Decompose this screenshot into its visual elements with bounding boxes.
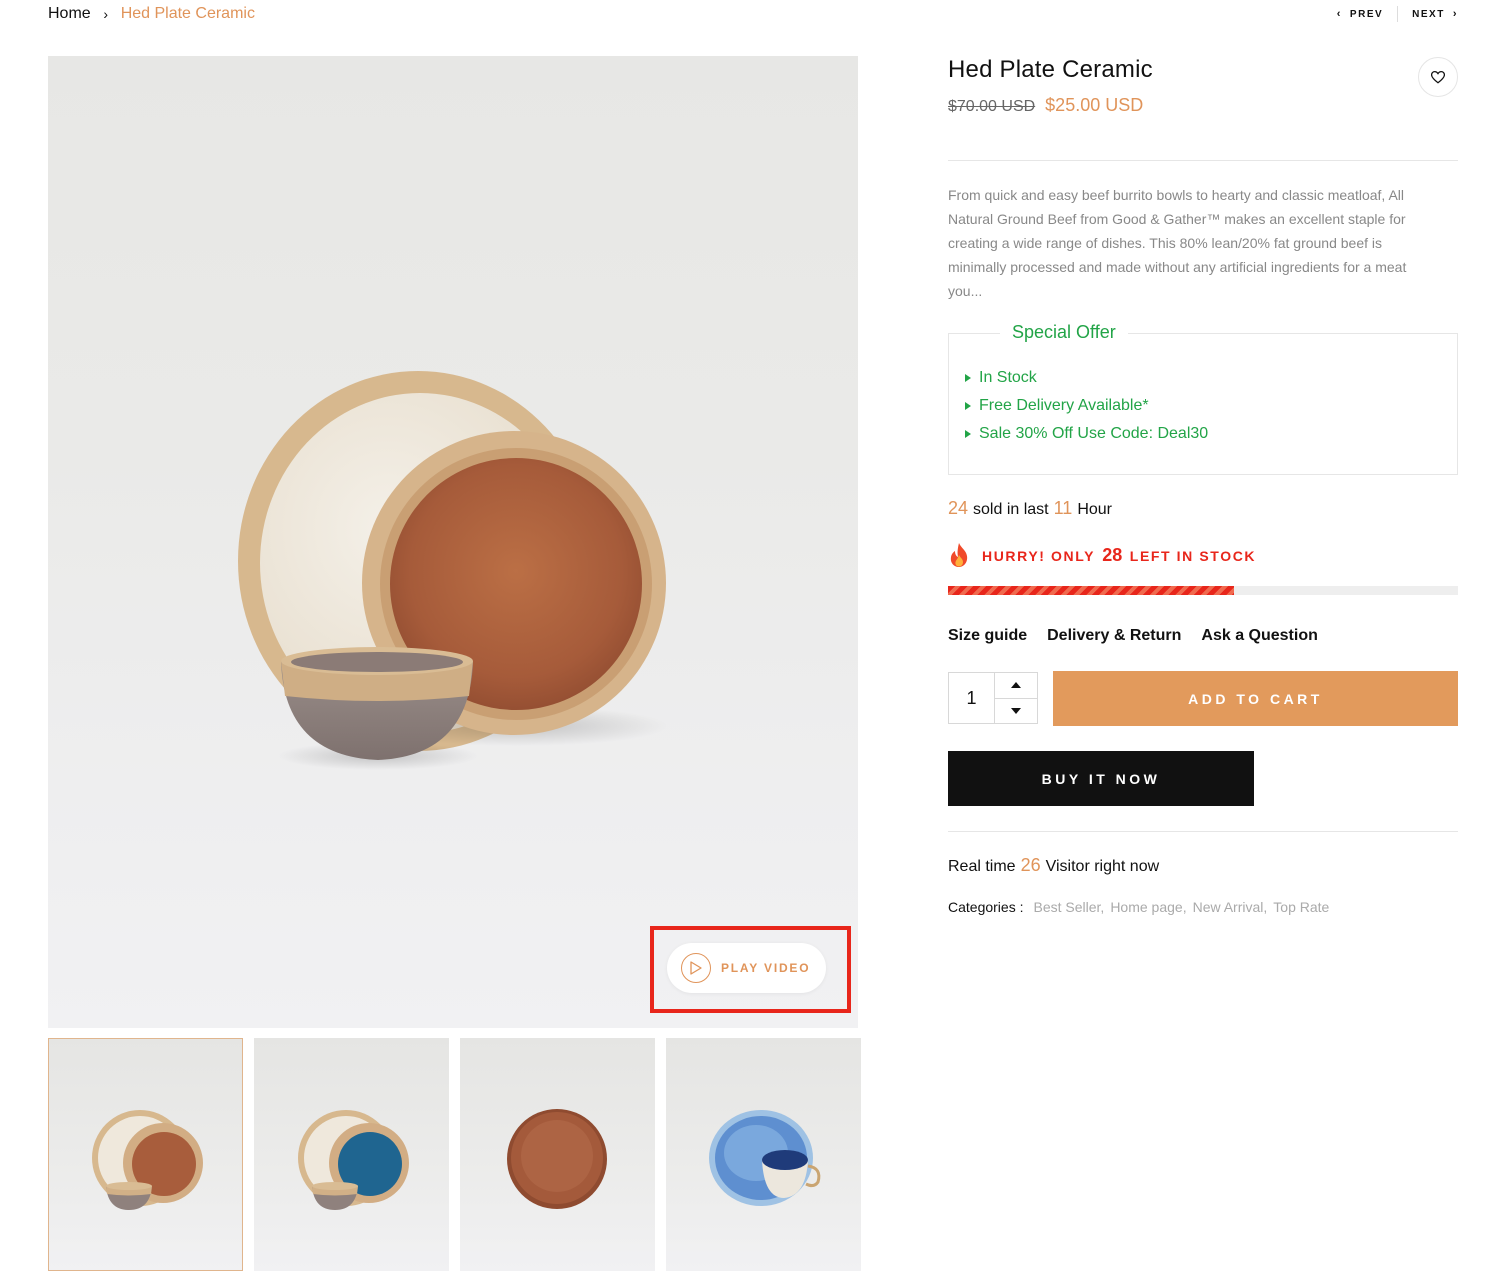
stock-suffix: LEFT IN STOCK <box>1129 547 1257 564</box>
product-description: From quick and easy beef burrito bowls t… <box>948 187 1407 299</box>
blue-plate-set-image <box>298 1110 409 1210</box>
size-guide-link[interactable]: Size guide <box>948 627 1027 645</box>
stock-progress-bar <box>948 586 1458 595</box>
sold-text-end: Hour <box>1077 501 1112 518</box>
chevron-right-icon: › <box>1452 8 1458 20</box>
nav-divider <box>1397 6 1399 22</box>
delivery-return-link[interactable]: Delivery & Return <box>1047 627 1181 645</box>
offer-item: Free Delivery Available* <box>965 392 1208 420</box>
prev-link[interactable]: ‹ PREV <box>1337 8 1383 20</box>
buy-now-button[interactable]: BUY IT NOW <box>948 751 1254 806</box>
quantity-increase-button[interactable] <box>995 673 1037 699</box>
realtime-visitors: Real time 26 Visitor right now <box>948 855 1159 876</box>
sold-count: 24 <box>948 498 969 518</box>
visitors-suffix: Visitor right now <box>1045 858 1160 875</box>
chevron-right-icon: › <box>103 6 109 22</box>
price-block: $70.00 USD $25.00 USD <box>948 95 1143 116</box>
divider <box>948 831 1458 832</box>
category-link[interactable]: Best Seller, <box>1033 899 1104 915</box>
visitors-count: 26 <box>1020 855 1041 875</box>
thumbnail-1[interactable] <box>48 1038 243 1271</box>
brown-plate-image <box>507 1109 607 1209</box>
caret-down-icon <box>1011 707 1021 714</box>
sold-counter: 24 sold in last 11 Hour <box>948 498 1112 519</box>
heart-icon <box>1431 70 1445 84</box>
play-video-label: PLAY VIDEO <box>721 961 811 975</box>
categories: Categories : Best Seller, Home page, New… <box>948 899 1329 915</box>
visitors-prefix: Real time <box>948 858 1016 875</box>
special-offer-title: Special Offer <box>1000 322 1128 343</box>
add-to-cart-button[interactable]: ADD TO CART <box>1053 671 1458 726</box>
offer-item-text: In Stock <box>979 369 1037 386</box>
prev-label: PREV <box>1349 8 1384 20</box>
old-price: $70.00 USD <box>948 98 1036 115</box>
category-link[interactable]: Home page, <box>1110 899 1186 915</box>
blue-plate-with-cup-image <box>709 1110 821 1206</box>
triangle-bullet-icon <box>965 374 971 382</box>
wishlist-button[interactable] <box>1418 57 1458 97</box>
main-product-image[interactable] <box>48 56 858 1028</box>
category-link[interactable]: New Arrival, <box>1193 899 1268 915</box>
sale-price: $25.00 USD <box>1045 95 1144 115</box>
thumbnail-3[interactable] <box>460 1038 655 1271</box>
thumbnail-strip <box>48 1038 861 1271</box>
stock-progress-fill <box>948 586 1234 595</box>
sold-text: sold in last <box>973 501 1049 518</box>
sold-hours: 11 <box>1053 498 1073 518</box>
thumbnail-2[interactable] <box>254 1038 449 1271</box>
prev-next-nav: ‹ PREV NEXT › <box>1337 6 1458 22</box>
special-offer-list: In Stock Free Delivery Available* Sale 3… <box>965 364 1208 448</box>
offer-item: Sale 30% Off Use Code: Deal30 <box>965 420 1208 448</box>
breadcrumb-current: Hed Plate Ceramic <box>120 5 255 22</box>
chevron-left-icon: ‹ <box>1336 8 1342 20</box>
quantity-input[interactable]: 1 <box>949 673 995 723</box>
product-title: Hed Plate Ceramic <box>948 56 1153 83</box>
play-video-button[interactable]: PLAY VIDEO <box>667 943 826 993</box>
quantity-steps <box>995 673 1037 723</box>
stock-prefix: HURRY! ONLY <box>982 547 1095 564</box>
breadcrumb: Home › Hed Plate Ceramic <box>48 4 255 24</box>
categories-label: Categories : <box>948 899 1024 915</box>
product-info-links: Size guide Delivery & Return Ask a Quest… <box>948 627 1318 645</box>
triangle-bullet-icon <box>965 402 971 410</box>
quantity-stepper: 1 <box>948 672 1038 724</box>
next-label: NEXT <box>1412 8 1445 20</box>
plate-set-illustration <box>238 371 668 770</box>
offer-item-text: Free Delivery Available* <box>979 397 1149 414</box>
offer-item-text: Sale 30% Off Use Code: Deal30 <box>979 425 1209 442</box>
stock-warning: HURRY! ONLY 28 LEFT IN STOCK <box>948 542 1256 568</box>
quantity-decrease-button[interactable] <box>995 699 1037 724</box>
ask-question-link[interactable]: Ask a Question <box>1201 627 1317 645</box>
divider <box>948 160 1458 161</box>
next-link[interactable]: NEXT › <box>1412 8 1458 20</box>
thumbnail-4[interactable] <box>666 1038 861 1271</box>
tan-plate-set-image <box>92 1110 203 1210</box>
fire-icon <box>950 543 968 567</box>
breadcrumb-home-link[interactable]: Home <box>48 5 91 23</box>
stock-count: 28 <box>1102 544 1123 565</box>
offer-item: In Stock <box>965 364 1208 392</box>
category-link[interactable]: Top Rate <box>1273 899 1329 915</box>
triangle-bullet-icon <box>965 430 971 438</box>
caret-up-icon <box>1011 682 1021 689</box>
play-icon <box>681 953 711 983</box>
